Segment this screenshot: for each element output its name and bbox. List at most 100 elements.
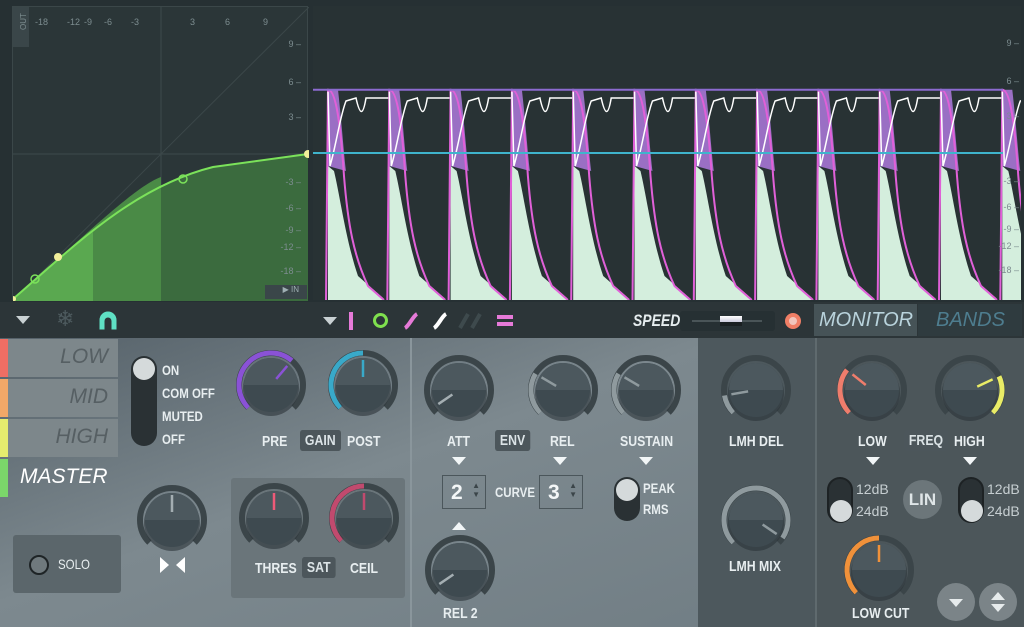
low-cut-knob[interactable]	[841, 532, 917, 613]
lmh-del-knob[interactable]	[718, 352, 794, 433]
y-tick-label: 9 –	[288, 39, 301, 49]
lmh-mix-knob[interactable]	[718, 482, 794, 563]
circle-icon[interactable]	[373, 313, 388, 328]
state-switch[interactable]	[131, 356, 157, 446]
knob-svg	[137, 485, 207, 551]
record-icon[interactable]	[785, 313, 801, 329]
monitor-tab[interactable]: MONITOR	[814, 304, 917, 336]
knob-svg	[721, 485, 791, 551]
knob-svg	[528, 355, 598, 421]
band-color-low	[0, 339, 8, 377]
transfer-curve-svg	[13, 7, 309, 301]
dropdown-icon[interactable]	[323, 317, 337, 325]
gain-reduction-fill	[818, 166, 874, 300]
band-low[interactable]: LOW	[8, 339, 118, 377]
rel-dropdown[interactable]	[553, 457, 567, 465]
stereo-separation-icon	[176, 557, 185, 573]
rel-knob[interactable]	[525, 352, 601, 433]
band-master[interactable]: MASTER	[20, 465, 108, 489]
sat-label: SAT	[302, 557, 336, 578]
high-freq-label: HIGH	[954, 433, 985, 450]
y-tick-label: -9 –	[285, 225, 301, 235]
snowflake-icon[interactable]: ❄	[56, 306, 74, 332]
band-mid[interactable]: MID	[8, 379, 118, 417]
knob-svg	[424, 355, 494, 421]
dim-curves-icon[interactable]	[458, 312, 486, 330]
y-tick-label: -12 –	[998, 241, 1019, 251]
freq-label: FREQ	[904, 430, 949, 451]
in-label: ▶ IN	[265, 285, 307, 299]
att-curve-stepper[interactable]: 2 ▲ ▼	[442, 475, 486, 509]
high-slope-dropdown[interactable]	[963, 457, 977, 465]
pan-knob[interactable]	[134, 482, 210, 563]
y-tick-label: 3 –	[288, 112, 301, 122]
preset-down-button[interactable]	[937, 583, 975, 621]
rel2-label: REL 2	[443, 605, 478, 622]
att-dropdown[interactable]	[452, 457, 466, 465]
rel2-knob[interactable]	[422, 532, 498, 613]
sustain-label: SUSTAIN	[620, 433, 674, 450]
high-24db-label[interactable]: 24dB	[987, 503, 1020, 519]
bar-icon[interactable]	[349, 312, 353, 330]
low-slope-switch[interactable]	[827, 477, 853, 523]
post-knob[interactable]	[325, 347, 401, 428]
low-slope-knob[interactable]	[830, 500, 852, 522]
curve-point[interactable]	[54, 253, 62, 261]
solo-button[interactable]: SOLO	[13, 535, 121, 593]
sustain-dropdown[interactable]	[639, 457, 653, 465]
y-tick-label: 6 –	[1006, 76, 1019, 86]
att-knob[interactable]	[421, 352, 497, 433]
band-high[interactable]: HIGH	[8, 419, 118, 457]
knob-svg	[239, 483, 309, 549]
magnet-icon[interactable]	[96, 310, 120, 332]
state-switch-knob[interactable]	[133, 358, 155, 380]
waveform-svg	[313, 88, 1021, 300]
linear-phase-button[interactable]: LIN	[903, 480, 942, 519]
sustain-knob[interactable]	[608, 352, 684, 433]
white-curve-icon[interactable]	[432, 312, 448, 330]
dropdown-icon[interactable]	[16, 316, 30, 324]
state-option-on[interactable]: ON	[162, 359, 179, 382]
high-12db-label[interactable]: 12dB	[987, 481, 1020, 497]
state-option-com-off[interactable]: COM OFF	[162, 382, 215, 405]
low-24db-label[interactable]: 24dB	[856, 503, 889, 519]
rel2-dropdown[interactable]	[452, 522, 466, 530]
thres-knob[interactable]	[236, 480, 312, 561]
y-tick-label: -12 –	[280, 242, 301, 252]
speed-slider-thumb[interactable]	[719, 316, 742, 326]
high-slope-knob[interactable]	[961, 500, 983, 522]
gain-reduction-fill	[757, 166, 813, 300]
low-12db-label[interactable]: 12dB	[856, 481, 889, 497]
knob-svg	[844, 535, 914, 601]
x-tick-label: 9	[263, 17, 269, 27]
equals-icon[interactable]	[497, 315, 513, 326]
knob-svg	[721, 355, 791, 421]
state-option-muted[interactable]: MUTED	[162, 405, 203, 428]
low-slope-dropdown[interactable]	[866, 457, 880, 465]
knob-svg	[328, 350, 398, 416]
bands-tab[interactable]: BANDS	[918, 304, 1022, 336]
peak-rms-switch[interactable]	[614, 477, 640, 521]
transfer-curve-graph[interactable]: OUT ▶ IN -18 -12 -9 -6 -3 3 6 9 9 – 6 – 3 – -3 – -6…	[12, 6, 309, 301]
peak-rms-knob[interactable]	[616, 479, 638, 501]
ceil-knob[interactable]	[326, 480, 402, 561]
high-knob[interactable]	[932, 352, 1008, 433]
x-tick-label: -18	[35, 17, 49, 27]
preset-updown-button[interactable]	[979, 583, 1017, 621]
peak-label[interactable]: PEAK	[643, 480, 675, 496]
gain-reduction-fill	[450, 166, 506, 300]
pink-curve-icon[interactable]	[403, 312, 419, 330]
pre-knob[interactable]	[233, 347, 309, 428]
speed-slider[interactable]	[680, 311, 775, 331]
state-option-off[interactable]: OFF	[162, 428, 185, 451]
low-knob[interactable]	[834, 352, 910, 433]
y-tick-label: -3 –	[285, 177, 301, 187]
rel-curve-stepper[interactable]: 3 ▲ ▼	[539, 475, 583, 509]
y-tick-label: -6 –	[1003, 202, 1019, 212]
gain-reduction-fill	[634, 166, 690, 300]
low-cut-label: LOW CUT	[852, 605, 910, 622]
rms-label[interactable]: RMS	[643, 501, 669, 517]
high-slope-switch[interactable]	[958, 477, 984, 523]
env-label: ENV	[495, 430, 531, 451]
knob-svg	[611, 355, 681, 421]
